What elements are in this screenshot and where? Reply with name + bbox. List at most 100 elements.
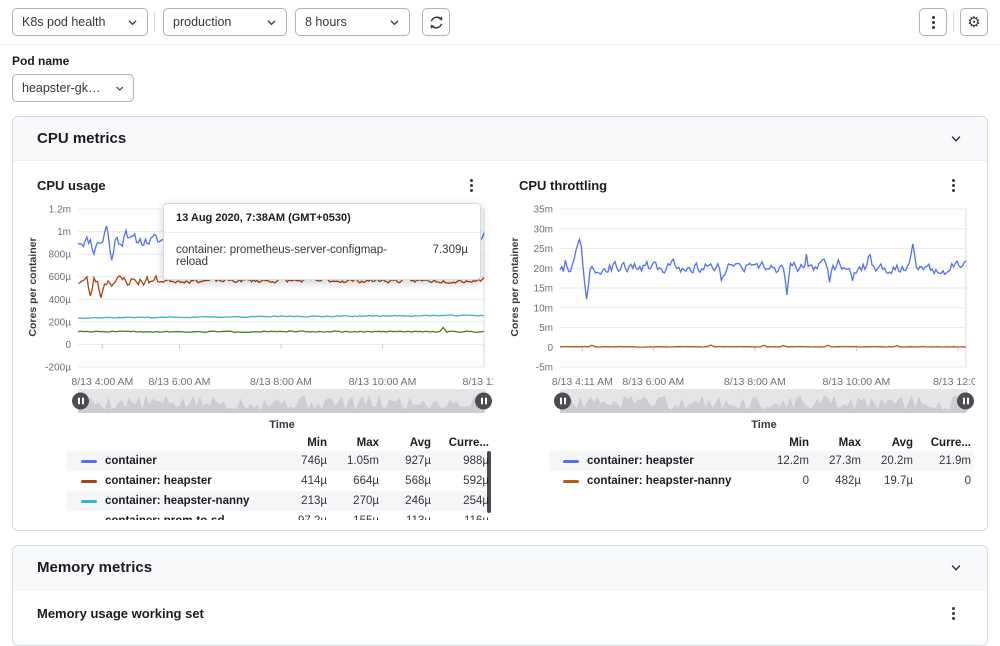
legend-column-header: Avg [381,437,433,449]
svg-text:8/13 4:11 AM: 8/13 4:11 AM [552,376,613,387]
kebab-menu-icon [932,16,935,29]
svg-text:35m: 35m [534,205,553,216]
chevron-down-icon [949,132,963,146]
legend-row[interactable]: container: heapster-nanny213µ270µ246µ254… [67,491,491,511]
legend-header: MinMaxAvgCurre... [549,434,973,451]
svg-text:-5m: -5m [536,363,553,374]
memory-metrics-panel: Memory metrics Memory usage working set [12,545,988,646]
tooltip-series-label: container: prometheus-server-configmap-r… [176,244,409,268]
time-brush[interactable] [560,389,968,413]
y-axis-title: Cores per container [509,237,521,336]
dashboard-select-value: K8s pod health [22,15,105,29]
svg-text:5m: 5m [539,323,553,334]
toolbar-divider [953,12,954,32]
svg-text:0: 0 [65,340,71,351]
svg-text:30m: 30m [534,224,553,235]
legend-row[interactable]: container: heapster414µ664µ568µ592µ [67,471,491,491]
legend-header: MinMaxAvgCurre... [67,434,491,451]
legend-column-header: Min [759,437,811,449]
series-line [78,328,484,333]
svg-text:15m: 15m [534,284,553,295]
legend-column-header: Curre... [433,437,491,449]
refresh-icon [429,15,444,30]
brush-preview-area [560,395,966,413]
svg-text:400µ: 400µ [49,295,72,306]
memory-usage-options-button[interactable] [943,603,963,623]
cpu-throttling-chart-block: CPU throttling Cores per container 35m 30… [505,167,977,520]
legend-column-header: Min [277,437,329,449]
environment-select[interactable]: production [163,8,287,36]
svg-text:8/13 6:00 AM: 8/13 6:00 AM [622,376,684,387]
cpu-usage-legend: MinMaxAvgCurre...container746µ1.05m927µ9… [67,434,491,520]
svg-text:0: 0 [547,343,553,354]
legend-scrollbar[interactable] [487,451,491,513]
series-swatch [81,500,97,503]
chevron-down-icon [949,561,963,575]
brush-handle-right[interactable] [475,393,492,410]
legend-column-header: Avg [863,437,915,449]
cpu-throttling-options-button[interactable] [943,175,963,195]
chart-tooltip: 13 Aug 2020, 7:38AM (GMT+0530) container… [163,203,481,280]
toolbar-divider [154,12,155,32]
chevron-down-icon [127,17,138,28]
legend-row[interactable]: container746µ1.05m927µ988µ [67,451,491,471]
settings-button[interactable]: ⚙ [960,8,988,36]
svg-text:8/13 12:00: 8/13 12:00 [933,376,975,387]
legend-row[interactable]: container: heapster-nanny0482µ19.7µ0 [549,471,973,491]
pod-filter: Pod name heapster-gke-6f... [0,45,1000,102]
gear-icon: ⚙ [967,15,980,30]
cpu-metrics-header[interactable]: CPU metrics [13,117,987,161]
memory-metrics-header[interactable]: Memory metrics [13,546,987,590]
series-swatch [81,460,97,463]
cpu-usage-chart-block: CPU usage Cores per container 1.2m1m800µ… [23,167,495,520]
dashboard-select[interactable]: K8s pod health [12,8,148,36]
svg-text:8/13 8:00 AM: 8/13 8:00 AM [250,376,312,387]
more-options-button[interactable] [919,8,947,36]
x-axis-title: Time [560,413,968,434]
legend-row[interactable]: container: heapster12.2m27.3m20.2m21.9m [549,451,973,471]
cpu-throttling-legend: MinMaxAvgCurre...container: heapster12.2… [549,434,973,491]
series-line [78,315,484,319]
time-brush[interactable] [78,389,486,413]
time-range-select-value: 8 hours [305,15,347,29]
cpu-usage-options-button[interactable] [461,175,481,195]
chevron-down-icon [266,17,277,28]
svg-text:25m: 25m [534,244,553,255]
series-swatch [563,480,579,483]
legend-column-header: Max [329,437,381,449]
memory-usage-title: Memory usage working set [37,606,204,621]
svg-text:8/13 11:5: 8/13 11:5 [462,376,493,387]
svg-text:800µ: 800µ [49,250,72,261]
cpu-throttling-title: CPU throttling [519,178,607,193]
legend-row[interactable]: container: prom-to-sd97.2µ155µ113µ116µ [67,511,491,520]
svg-text:1m: 1m [57,227,71,238]
cpu-throttling-plot: 35m30m25m20m15m10m5m0-5m8/13 4:11 AM8/13… [505,195,977,387]
x-axis-title: Time [78,413,486,434]
brush-handle-right[interactable] [957,393,974,410]
tooltip-timestamp: 13 Aug 2020, 7:38AM (GMT+0530) [164,204,480,233]
cpu-usage-title: CPU usage [37,178,106,193]
pod-name-select-value: heapster-gke-6f... [22,81,107,95]
time-range-select[interactable]: 8 hours [295,8,410,36]
brush-handle-left[interactable] [72,393,89,410]
kebab-menu-icon [952,607,955,620]
chevron-down-icon [115,83,124,94]
svg-text:8/13 6:00 AM: 8/13 6:00 AM [149,376,211,387]
chevron-down-icon [389,17,400,28]
series-swatch [563,460,579,463]
svg-text:8/13 8:00 AM: 8/13 8:00 AM [724,376,786,387]
svg-text:600µ: 600µ [49,272,72,283]
tooltip-value: 7.309µ [433,244,468,268]
svg-text:-200µ: -200µ [45,363,71,374]
cpu-metrics-title: CPU metrics [37,130,126,147]
kebab-menu-icon [952,179,955,192]
filter-toolbar: K8s pod health production 8 hours ⚙ [0,0,1000,45]
svg-text:8/13 4:00 AM: 8/13 4:00 AM [71,376,133,387]
environment-select-value: production [173,15,231,29]
brush-handle-left[interactable] [554,393,571,410]
brush-preview-area [78,395,484,413]
cpu-metrics-panel: CPU metrics CPU usage Cores per containe… [12,116,988,531]
refresh-button[interactable] [422,8,450,36]
pod-name-select[interactable]: heapster-gke-6f... [12,74,134,102]
legend-column-header: Max [811,437,863,449]
